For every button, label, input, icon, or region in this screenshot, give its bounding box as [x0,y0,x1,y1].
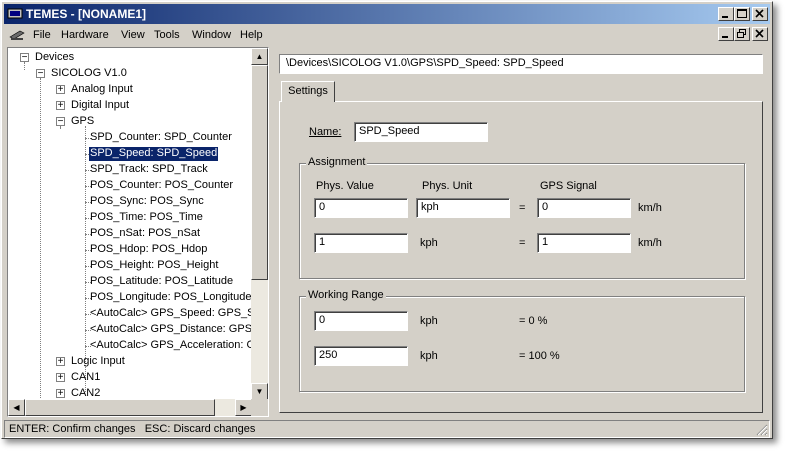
maximize-button[interactable] [734,7,750,21]
tree-line [40,78,41,400]
close-icon [755,9,764,18]
assignment-group: Assignment Phys. Value Phys. Unit GPS Si… [299,156,745,279]
expander-can2[interactable]: + [56,388,65,399]
range-max-field[interactable]: 250 [314,346,408,366]
status-text: ENTER: Confirm changes ESC: Discard chan… [9,423,256,435]
tree-node-pos-sync[interactable]: POS_Sync: POS_Sync [90,195,204,209]
main-window: TEMES - [NONAME1] File Hardware View Too… [1,1,773,439]
working-range-group: Working Range 0 kph = 0 % 250 kph = 100 … [299,289,745,392]
scroll-thumb-horizontal[interactable] [25,399,215,416]
tree-node-pos-hdop[interactable]: POS_Hdop: POS_Hdop [90,243,207,257]
title-bar[interactable]: TEMES - [NONAME1] [4,4,770,24]
tree-vertical-scrollbar[interactable]: ▲ ▼ [251,48,268,400]
assign-row1-gps-signal[interactable]: 0 [537,198,631,218]
tree-node-pos-latitude[interactable]: POS_Latitude: POS_Latitude [90,275,233,289]
minimize-icon [722,16,728,18]
phys-unit-header: Phys. Unit [422,180,473,192]
tab-settings[interactable]: Settings [281,81,335,102]
menu-window[interactable]: Window [192,29,231,41]
menu-help[interactable]: Help [240,29,263,41]
tree-content: − Devices − SICOLOG V1.0 + Analog Input … [8,48,252,400]
restore-icon [737,29,746,38]
range-max-percent: = 100 % [519,350,560,362]
tree-node-sicolog[interactable]: SICOLOG V1.0 [51,67,127,81]
menu-view[interactable]: View [121,29,145,41]
tree-line [85,126,86,392]
menu-file[interactable]: File [33,29,51,41]
tree-node-pos-counter[interactable]: POS_Counter: POS_Counter [90,179,233,193]
range-min-percent: = 0 % [519,315,548,327]
scroll-right-button[interactable]: ▶ [235,399,252,416]
settings-page: Name: SPD_Speed Assignment Phys. Value P… [279,101,763,413]
expander-digital[interactable]: + [56,100,65,111]
tree-node-devices[interactable]: Devices [35,51,74,65]
tree-node-gps-acceleration[interactable]: <AutoCalc> GPS_Acceleration: GF [90,339,252,353]
tree-node-spd-speed[interactable]: SPD_Speed: SPD_Speed [87,146,220,162]
status-bar: ENTER: Confirm changes ESC: Discard chan… [4,420,770,438]
tree-node-gps-distance[interactable]: <AutoCalc> GPS_Distance: GPS_ [90,323,252,337]
document-icon[interactable] [8,28,26,42]
tree-node-pos-longitude[interactable]: POS_Longitude: POS_Longitude [90,291,251,305]
tree-node-pos-time[interactable]: POS_Time: POS_Time [90,211,203,225]
name-label: Name: [309,126,341,138]
minimize-icon [722,36,728,38]
expander-devices[interactable]: − [20,52,29,63]
assignment-title: Assignment [306,156,368,168]
tree-node-spd-counter[interactable]: SPD_Counter: SPD_Counter [90,131,232,145]
assign-row2-gps-signal[interactable]: 1 [537,233,631,253]
mdi-restore-button[interactable] [734,27,750,41]
expander-analog[interactable]: + [56,84,65,95]
range-max-unit: kph [420,350,438,362]
window-title: TEMES - [NONAME1] [26,7,146,21]
menu-tools[interactable]: Tools [154,29,180,41]
mdi-close-button[interactable] [752,27,768,41]
expander-logic[interactable]: + [56,356,65,367]
scroll-down-button[interactable]: ▼ [251,383,268,400]
mdi-minimize-button[interactable] [718,27,734,41]
assign-row2-equals: = [519,237,526,249]
menu-hardware[interactable]: Hardware [61,29,109,41]
name-label-text: Name: [309,126,342,138]
expander-gps[interactable]: − [56,116,65,127]
assign-row2-gps-unit: km/h [638,237,662,249]
tree-horizontal-scrollbar[interactable]: ◀ ▶ [8,399,252,416]
assign-row1-equals: = [519,202,526,214]
scroll-left-button[interactable]: ◀ [8,399,25,416]
path-display: \Devices\SICOLOG V1.0\GPS\SPD_Speed: SPD… [279,54,763,74]
tree-node-analog-input[interactable]: Analog Input [71,83,133,97]
tree-node-spd-track[interactable]: SPD_Track: SPD_Track [90,163,208,177]
close-icon [755,29,764,38]
tree-node-pos-nsat[interactable]: POS_nSat: POS_nSat [90,227,200,241]
app-icon [7,8,23,19]
tree-node-can1[interactable]: CAN1 [71,371,100,385]
range-min-unit: kph [420,315,438,327]
scroll-corner [251,399,268,416]
resize-grip-icon[interactable] [756,424,768,436]
assign-row2-phys-unit: kph [420,237,438,249]
tree-node-logic-input[interactable]: Logic Input [71,355,125,369]
properties-panel: \Devices\SICOLOG V1.0\GPS\SPD_Speed: SPD… [275,47,771,417]
tree-node-pos-height[interactable]: POS_Height: POS_Height [90,259,218,273]
menu-bar: File Hardware View Tools Window Help [4,25,770,45]
assign-row1-phys-value[interactable]: 0 [314,198,408,218]
expander-sicolog[interactable]: − [36,68,45,79]
tree-node-gps[interactable]: GPS [71,115,94,129]
minimize-button[interactable] [718,7,734,21]
phys-value-header: Phys. Value [316,180,374,192]
close-button[interactable] [752,7,768,21]
maximize-icon [737,9,747,18]
assign-row1-gps-unit: km/h [638,202,662,214]
expander-can1[interactable]: + [56,372,65,383]
scroll-thumb[interactable] [251,65,268,280]
tree-node-digital-input[interactable]: Digital Input [71,99,129,113]
scroll-up-button[interactable]: ▲ [251,48,268,65]
name-field[interactable]: SPD_Speed [354,122,488,142]
gps-signal-header: GPS Signal [540,180,597,192]
assign-row2-phys-value[interactable]: 1 [314,233,408,253]
device-tree[interactable]: − Devices − SICOLOG V1.0 + Analog Input … [7,47,269,417]
working-range-title: Working Range [306,289,386,301]
tree-node-gps-speed[interactable]: <AutoCalc> GPS_Speed: GPS_Sp [90,307,252,321]
assign-row1-phys-unit[interactable]: kph [416,198,510,218]
range-min-field[interactable]: 0 [314,311,408,331]
